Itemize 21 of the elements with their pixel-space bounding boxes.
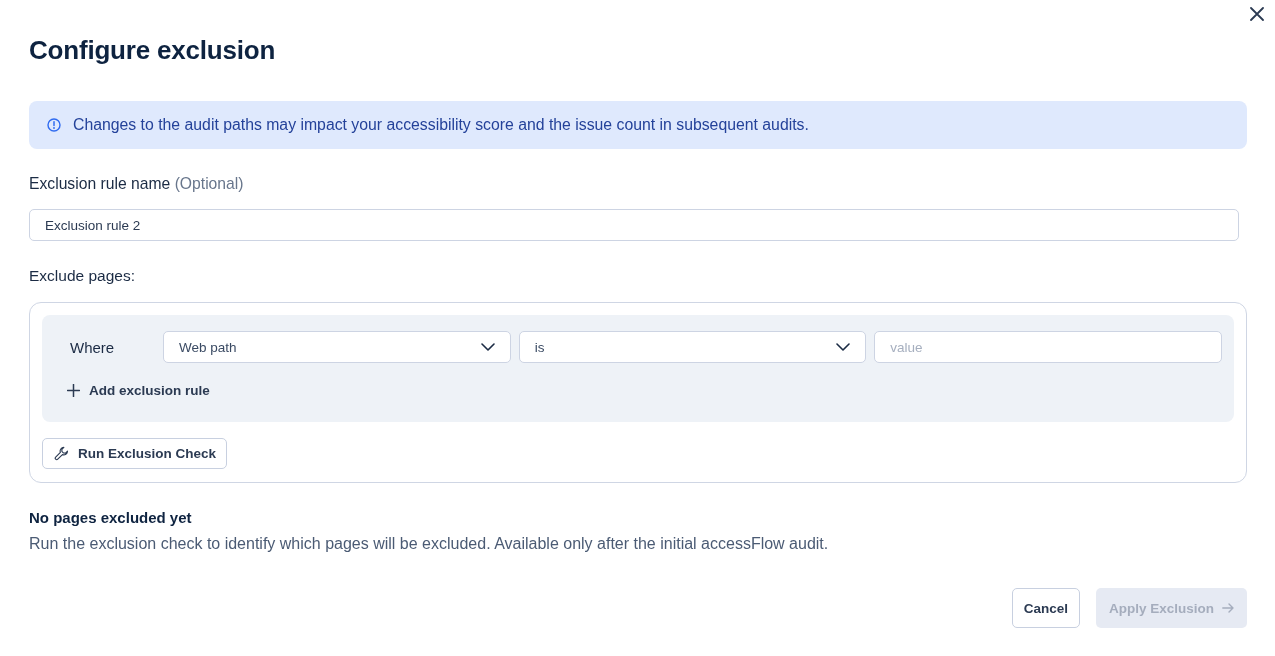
rule-name-input[interactable]: Exclusion rule 2 [29, 209, 1239, 241]
condition-prefix: Where [70, 338, 116, 356]
plus-icon [67, 383, 80, 397]
info-text: Changes to the audit paths may impact your accessibility score and the issue count in subsequent audits. [73, 116, 809, 134]
value-input[interactable]: value [874, 331, 1222, 363]
run-check-button[interactable]: Run Exclusion Check [42, 438, 228, 469]
info-icon [47, 118, 61, 132]
close-icon[interactable] [1250, 7, 1264, 21]
operator-dropdown[interactable]: is [518, 331, 867, 363]
arrow-right-icon [1222, 603, 1234, 613]
chevron-down-icon [836, 343, 851, 351]
field-dropdown[interactable]: Web path [163, 331, 511, 363]
cancel-button[interactable]: Cancel [1011, 588, 1080, 628]
add-rule-button[interactable]: Add exclusion rule [67, 380, 210, 400]
chevron-down-icon [480, 343, 495, 351]
wrench-icon [54, 446, 69, 461]
result-title: No pages excluded yet [29, 509, 193, 527]
result-description: Run the exclusion check to identify which pages will be excluded. Available only after the initial accessFlow audit. [29, 535, 830, 553]
section-label: Exclude pages: [29, 267, 136, 285]
field-label: Exclusion rule name (Optional) [29, 175, 245, 193]
dialog-title: Configure exclusion [29, 34, 277, 67]
